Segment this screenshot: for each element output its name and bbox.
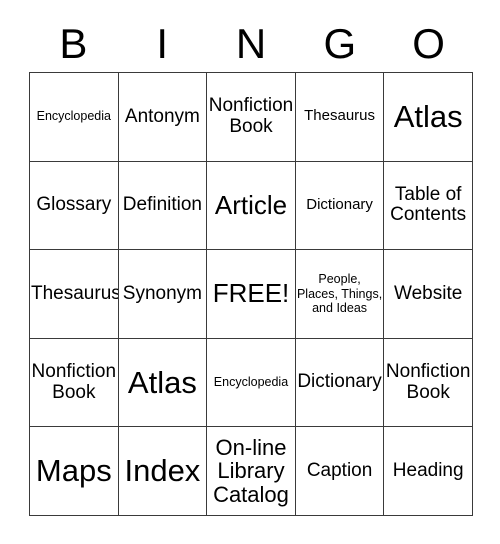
bingo-cell[interactable]: Dictionary — [295, 161, 385, 251]
bingo-cell[interactable]: Table of Contents — [384, 161, 473, 251]
bingo-cell-label: Article — [214, 189, 288, 220]
bingo-cell-label: Index — [124, 453, 201, 489]
bingo-header-letter-i: I — [118, 16, 207, 72]
bingo-cell-label: Website — [394, 282, 463, 304]
bingo-cell[interactable]: Caption — [295, 427, 385, 516]
bingo-cell-label: Definition — [122, 194, 202, 216]
header-letter-text: G — [323, 20, 357, 67]
bingo-grid: Encyclopedia Antonym Nonfiction Book The… — [29, 72, 473, 516]
bingo-row: Thesaurus Synonym FREE! People, Places, … — [30, 250, 473, 339]
bingo-cell-label: Dictionary — [297, 371, 382, 393]
bingo-cell-label: Table of Contents — [390, 183, 467, 226]
bingo-card: B I N G O Encyclopedia Antonym Nonfictio… — [0, 0, 500, 544]
bingo-cell-label: Caption — [306, 459, 373, 481]
bingo-header-letter-n: N — [207, 16, 296, 72]
bingo-cell[interactable]: Encyclopedia — [207, 338, 296, 428]
bingo-row: Maps Index On-line Library Catalog Capti… — [30, 427, 473, 516]
bingo-cell[interactable]: Thesaurus — [30, 250, 119, 339]
bingo-cell[interactable]: Encyclopedia — [30, 73, 119, 162]
bingo-cell-label: Atlas — [393, 98, 463, 134]
header-letter-text: O — [412, 20, 445, 67]
header-letter-text: I — [156, 20, 169, 67]
bingo-row: Encyclopedia Antonym Nonfiction Book The… — [30, 73, 473, 162]
bingo-cell-label: Antonym — [124, 105, 200, 127]
bingo-cell[interactable]: Synonym — [118, 250, 208, 339]
bingo-cell-label: On-line Library Catalog — [213, 434, 289, 508]
bingo-cell-label: Encyclopedia — [213, 375, 289, 390]
header-letter-text: N — [235, 20, 267, 67]
bingo-cell[interactable]: Maps — [30, 427, 119, 516]
bingo-cell[interactable]: Atlas — [384, 73, 473, 162]
bingo-header-letter-b: B — [29, 16, 118, 72]
bingo-cell-label: People, Places, Things, and Ideas — [296, 271, 383, 316]
bingo-cell-label: Nonfiction Book — [31, 361, 117, 403]
bingo-cell[interactable]: Heading — [384, 427, 473, 516]
header-letter-text: B — [59, 20, 88, 67]
bingo-cell[interactable]: Nonfiction Book — [384, 338, 473, 428]
bingo-cell[interactable]: People, Places, Things, and Ideas — [295, 250, 385, 339]
bingo-cell-free[interactable]: FREE! — [207, 250, 296, 339]
bingo-cell-label: Heading — [392, 459, 464, 481]
bingo-row: Glossary Definition Article Dictionary T… — [30, 161, 473, 251]
bingo-cell[interactable]: Article — [207, 161, 296, 251]
bingo-cell[interactable]: Nonfiction Book — [207, 73, 296, 162]
bingo-cell[interactable]: Thesaurus — [295, 73, 385, 162]
bingo-cell[interactable]: Nonfiction Book — [30, 338, 119, 428]
bingo-cell-label: Thesaurus — [304, 107, 376, 125]
bingo-cell[interactable]: Index — [118, 427, 208, 516]
bingo-cell-label: Synonym — [122, 282, 202, 304]
bingo-cell-label: Glossary — [36, 194, 112, 216]
bingo-header-letter-g: G — [295, 16, 384, 72]
bingo-cell-label: Maps — [35, 453, 112, 489]
bingo-cell-label: Thesaurus — [31, 282, 119, 304]
bingo-cell-label: Dictionary — [306, 195, 373, 213]
bingo-cell[interactable]: Antonym — [118, 73, 208, 162]
bingo-cell-label: Encyclopedia — [36, 109, 111, 124]
bingo-cell-label: Nonfiction Book — [208, 95, 294, 137]
bingo-row: Nonfiction Book Atlas Encyclopedia Dicti… — [30, 338, 473, 428]
bingo-cell[interactable]: Atlas — [118, 338, 208, 428]
bingo-cell-label: Nonfiction Book — [385, 361, 471, 403]
bingo-cell[interactable]: Website — [384, 250, 473, 339]
bingo-cell[interactable]: Definition — [118, 161, 208, 251]
bingo-cell[interactable]: Glossary — [30, 161, 119, 251]
bingo-header-letter-o: O — [384, 16, 473, 72]
bingo-cell-label: Atlas — [127, 364, 197, 400]
bingo-cell[interactable]: Dictionary — [295, 338, 385, 428]
bingo-header-row: B I N G O — [29, 16, 473, 72]
bingo-cell[interactable]: On-line Library Catalog — [207, 427, 296, 516]
bingo-cell-label: FREE! — [212, 278, 290, 309]
